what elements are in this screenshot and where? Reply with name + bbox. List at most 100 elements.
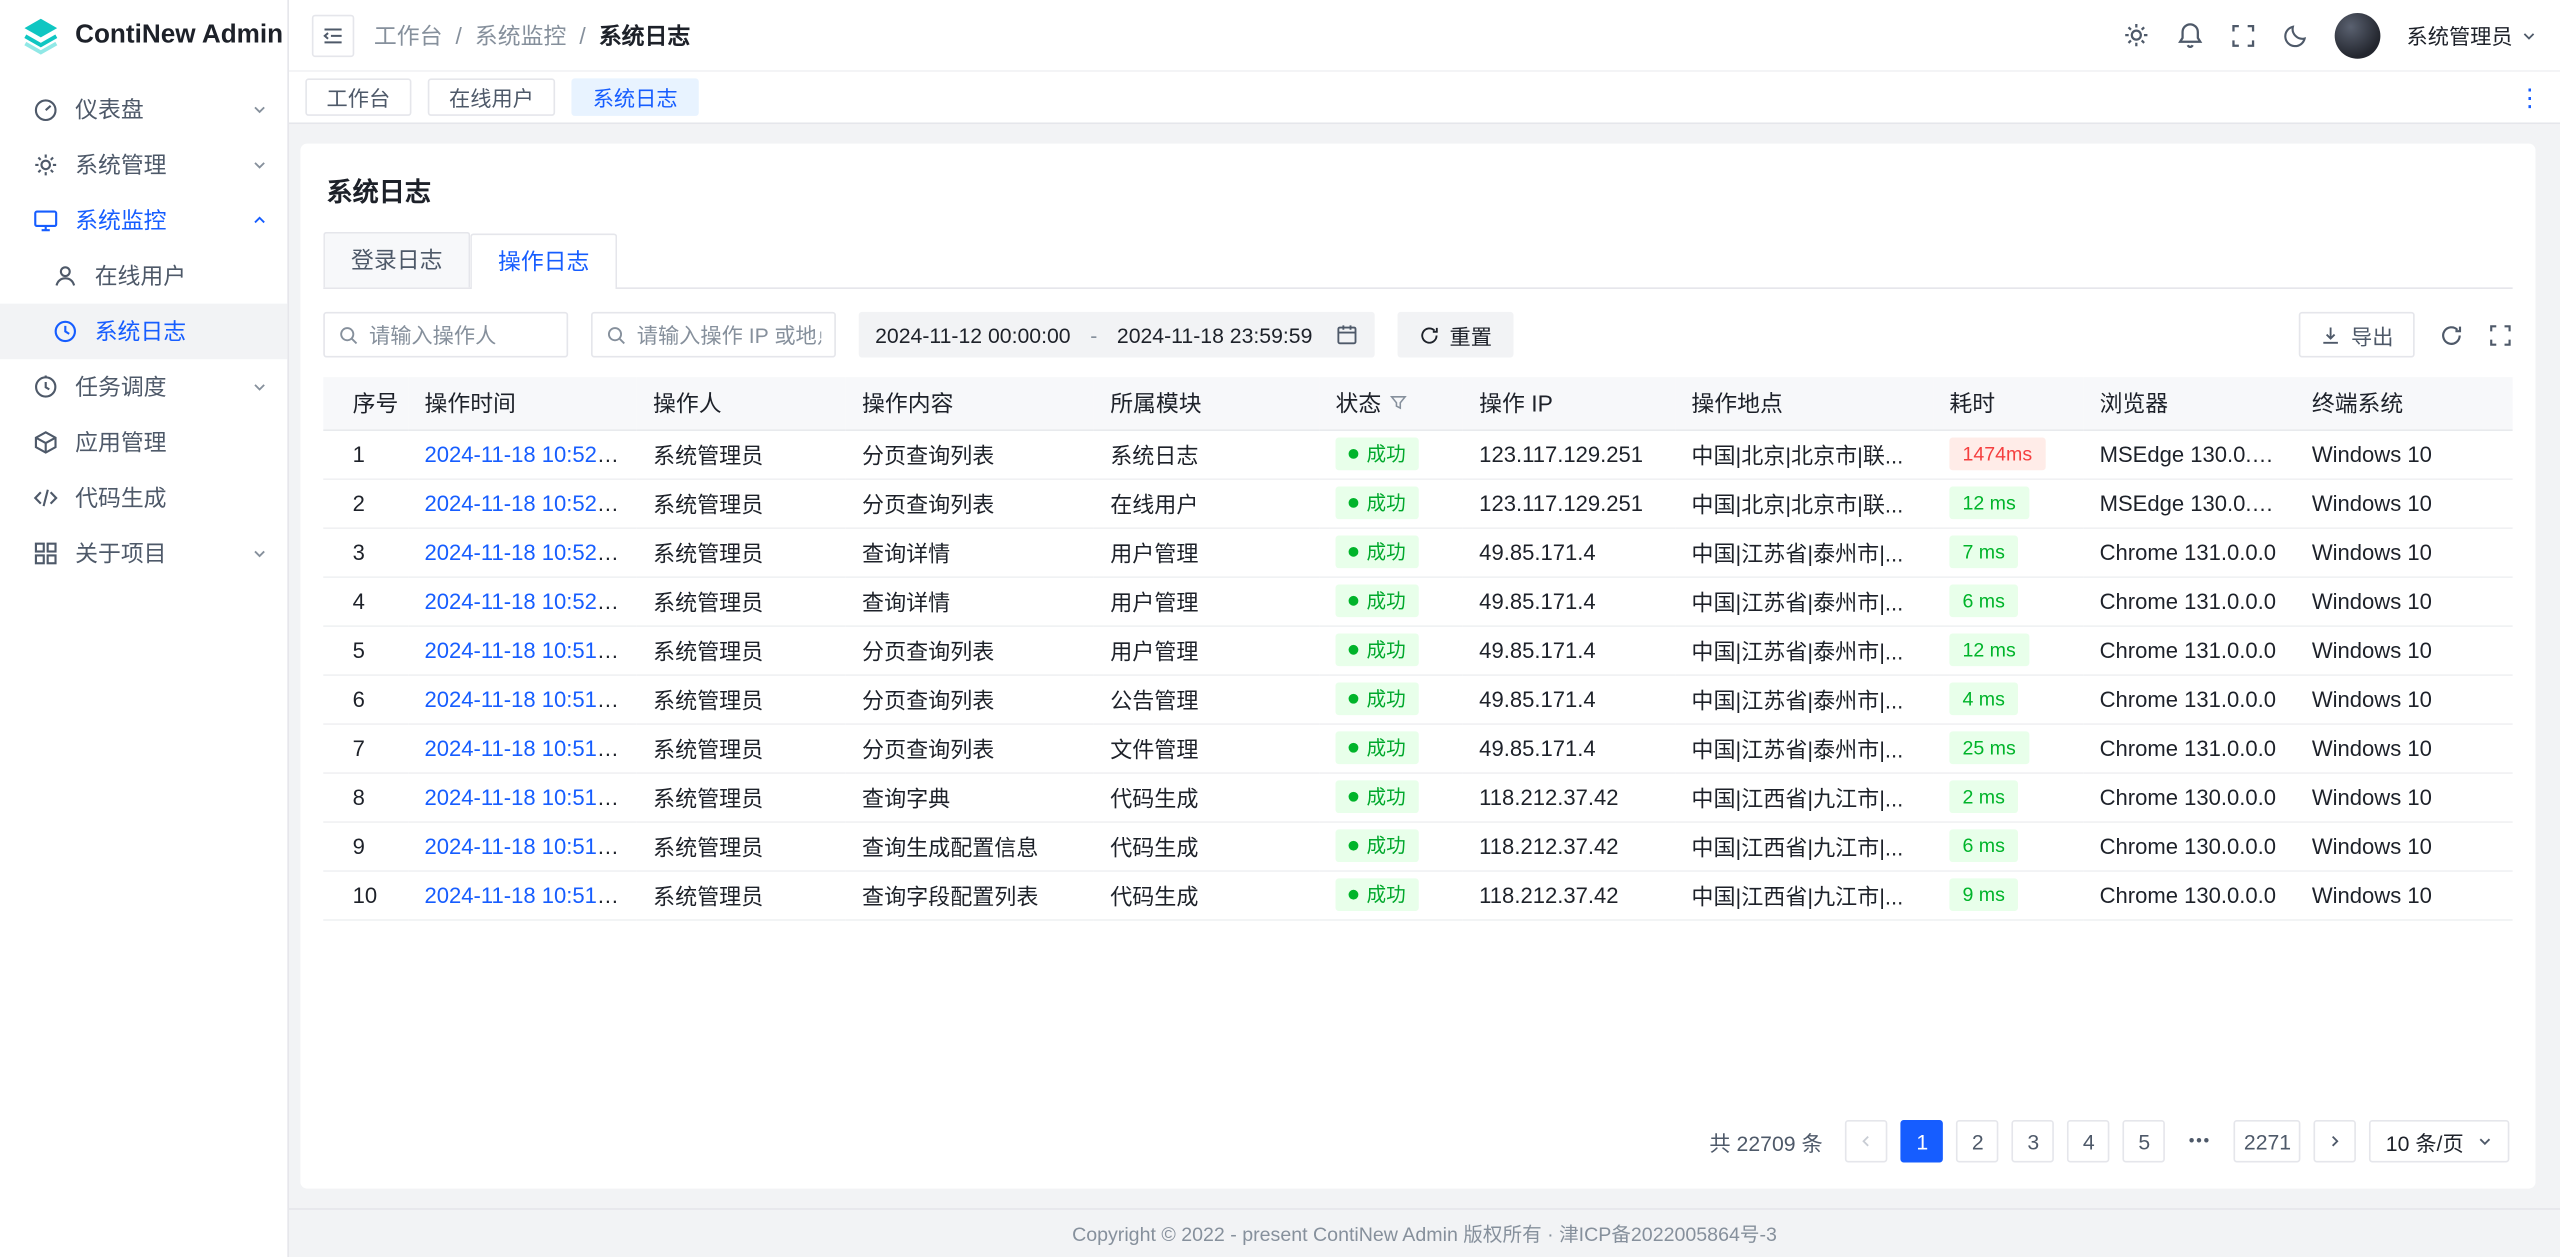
- tab-system-log[interactable]: 系统日志: [571, 78, 698, 116]
- pagination-prev-button[interactable]: [1846, 1120, 1888, 1162]
- date-range-picker[interactable]: 2024-11-12 00:00:00 - 2024-11-18 23:59:5…: [859, 312, 1375, 358]
- notification-bell-icon[interactable]: [2176, 21, 2204, 49]
- tab-operation-log[interactable]: 操作日志: [470, 233, 617, 289]
- cell-content: 分页查询列表: [846, 429, 1094, 478]
- breadcrumb-item[interactable]: 系统监控: [475, 19, 566, 52]
- sidebar-item-system-log[interactable]: 系统日志: [0, 304, 287, 360]
- app-logo: ContiNew Admin: [0, 0, 287, 72]
- cell-time: 2024-11-18 10:51:55: [408, 625, 637, 674]
- cell-content: 分页查询列表: [846, 625, 1094, 674]
- pagination-page-button[interactable]: 4: [2068, 1120, 2110, 1162]
- cell-duration: 6 ms: [1933, 576, 2083, 625]
- status-dot-icon: [1349, 841, 1359, 851]
- user-name: 系统管理员: [2407, 20, 2513, 51]
- table-row: 1 2024-11-18 10:52:55 系统管理员 分页查询列表 系统日志 …: [323, 429, 2512, 478]
- user-avatar[interactable]: [2335, 12, 2381, 58]
- cell-os: Windows 10: [2296, 478, 2513, 527]
- cell-ip: 49.85.171.4: [1463, 625, 1675, 674]
- pagination-next-button[interactable]: [2314, 1120, 2356, 1162]
- log-time-link[interactable]: 2024-11-18 10:52:12: [424, 540, 627, 564]
- cell-browser: Chrome 130.0.0.0: [2083, 821, 2295, 870]
- log-time-link[interactable]: 2024-11-18 10:51:55: [424, 638, 627, 662]
- log-table: 序号 操作时间 操作人 操作内容 所属模块 状态: [323, 377, 2512, 1104]
- column-header-content: 操作内容: [846, 377, 1094, 429]
- cell-duration: 1474ms: [1933, 429, 2083, 478]
- pagination-page-button[interactable]: 2271: [2234, 1120, 2301, 1162]
- cell-browser: Chrome 131.0.0.0: [2083, 576, 2295, 625]
- status-dot-icon: [1349, 792, 1359, 802]
- sidebar-item-online-users[interactable]: 在线用户: [0, 248, 287, 304]
- operator-search-field[interactable]: [323, 312, 568, 358]
- status-dot-icon: [1349, 694, 1359, 704]
- user-menu[interactable]: 系统管理员: [2407, 20, 2538, 51]
- cell-time: 2024-11-18 10:52:05: [408, 576, 637, 625]
- dark-mode-moon-icon[interactable]: [2282, 22, 2308, 48]
- breadcrumb-item[interactable]: 工作台: [374, 19, 443, 52]
- sidebar-collapse-button[interactable]: [312, 14, 354, 56]
- duration-badge: 1474ms: [1949, 438, 2045, 471]
- pagination-ellipsis[interactable]: •••: [2179, 1120, 2221, 1162]
- grid-icon: [33, 540, 59, 566]
- log-time-link[interactable]: 2024-11-18 10:51:52: [424, 736, 627, 760]
- cell-operator: 系统管理员: [637, 870, 846, 919]
- filter-funnel-icon[interactable]: [1389, 394, 1407, 412]
- pagination-total: 共 22709 条: [1709, 1126, 1822, 1157]
- export-button[interactable]: 导出: [2299, 312, 2415, 358]
- log-time-link[interactable]: 2024-11-18 10:51:49: [424, 882, 627, 906]
- cell-time: 2024-11-18 10:52:47: [408, 478, 637, 527]
- ip-search-input[interactable]: [637, 322, 821, 346]
- sidebar-item-system-management[interactable]: 系统管理: [0, 137, 287, 193]
- table-fullscreen-icon[interactable]: [2488, 322, 2512, 346]
- table-row: 10 2024-11-18 10:51:49 系统管理员 查询字段配置列表 代码…: [323, 870, 2512, 919]
- settings-icon[interactable]: [2122, 21, 2150, 49]
- cell-duration: 12 ms: [1933, 478, 2083, 527]
- sidebar-item-about-project[interactable]: 关于项目: [0, 526, 287, 582]
- fullscreen-icon[interactable]: [2230, 22, 2256, 48]
- operator-search-input[interactable]: [369, 322, 553, 346]
- pagination-page-button[interactable]: 5: [2123, 1120, 2165, 1162]
- status-badge: 成功: [1336, 878, 1419, 911]
- log-time-link[interactable]: 2024-11-18 10:52:47: [424, 491, 627, 515]
- filter-toolbar: 2024-11-12 00:00:00 - 2024-11-18 23:59:5…: [323, 312, 2512, 358]
- log-time-link[interactable]: 2024-11-18 10:51:50: [424, 784, 627, 808]
- cell-status: 成功: [1319, 625, 1463, 674]
- reset-button[interactable]: 重置: [1397, 312, 1513, 358]
- cell-index: 8: [323, 772, 408, 821]
- pagination-page-button[interactable]: 2: [1957, 1120, 1999, 1162]
- refresh-icon[interactable]: [2439, 322, 2463, 346]
- tab-online-users[interactable]: 在线用户: [428, 78, 555, 116]
- sidebar-item-task-schedule[interactable]: 任务调度: [0, 359, 287, 415]
- status-dot-icon: [1349, 498, 1359, 508]
- footer: Copyright © 2022 - present ContiNew Admi…: [289, 1208, 2560, 1257]
- cell-time: 2024-11-18 10:51:52: [408, 723, 637, 772]
- chevron-down-icon: [2477, 1133, 2493, 1149]
- cell-operator: 系统管理员: [637, 625, 846, 674]
- cell-location: 中国|江苏省|泰州市|...: [1675, 625, 1933, 674]
- sidebar-item-system-monitor[interactable]: 系统监控: [0, 193, 287, 249]
- cell-content: 分页查询列表: [846, 723, 1094, 772]
- table-toolbar-right: 导出: [2299, 312, 2513, 358]
- sidebar-item-app-management[interactable]: 应用管理: [0, 415, 287, 471]
- cell-index: 1: [323, 429, 408, 478]
- ip-search-field[interactable]: [591, 312, 836, 358]
- gear-icon: [33, 152, 59, 178]
- cell-module: 在线用户: [1094, 478, 1319, 527]
- cell-os: Windows 10: [2296, 429, 2513, 478]
- log-time-link[interactable]: 2024-11-18 10:52:55: [424, 442, 627, 466]
- log-time-link[interactable]: 2024-11-18 10:52:05: [424, 589, 627, 613]
- log-time-link[interactable]: 2024-11-18 10:51:53: [424, 687, 627, 711]
- pagination-page-button[interactable]: 1: [1901, 1120, 1943, 1162]
- sidebar-item-dashboard[interactable]: 仪表盘: [0, 82, 287, 138]
- sidebar-item-code-generation[interactable]: 代码生成: [0, 470, 287, 526]
- column-header-index: 序号: [323, 377, 408, 429]
- pagination-page-button[interactable]: 3: [2012, 1120, 2054, 1162]
- tab-workbench[interactable]: 工作台: [305, 78, 411, 116]
- tab-login-log[interactable]: 登录日志: [323, 232, 470, 288]
- cell-os: Windows 10: [2296, 772, 2513, 821]
- log-time-link[interactable]: 2024-11-18 10:51:49: [424, 833, 627, 857]
- table-row: 2 2024-11-18 10:52:47 系统管理员 分页查询列表 在线用户 …: [323, 478, 2512, 527]
- page-size-select[interactable]: 10 条/页: [2369, 1120, 2509, 1162]
- app-root: ContiNew Admin 仪表盘 系统管理 系统监控 在线用户: [0, 0, 2560, 1257]
- table-row: 3 2024-11-18 10:52:12 系统管理员 查询详情 用户管理 成功: [323, 527, 2512, 576]
- tabs-more-icon[interactable]: ⋮: [2518, 82, 2544, 111]
